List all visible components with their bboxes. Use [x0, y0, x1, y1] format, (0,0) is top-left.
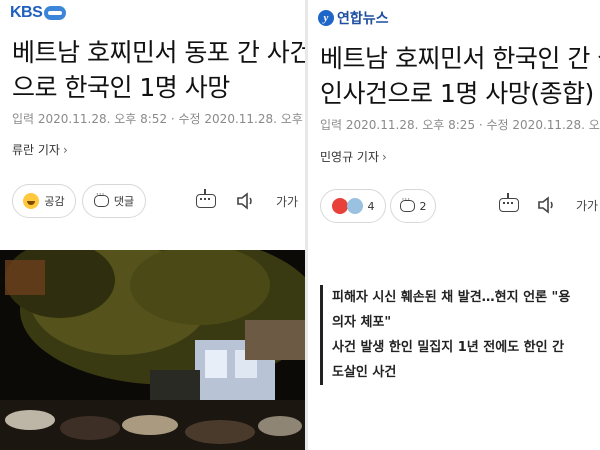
yonhap-article-pane: y 연합뉴스 베트남 호찌민서 한국인 간 살 인사건으로 1명 사망(종합) …: [308, 0, 600, 450]
reporter-name: 류란 기자: [12, 143, 60, 157]
yonhap-logo-text: 연합뉴스: [337, 11, 389, 27]
headline-line-2: 으로 한국인 1명 사망: [12, 73, 230, 102]
comment-label: 댓글: [113, 195, 135, 208]
reporter-link[interactable]: 민영규 기자 ›: [320, 148, 387, 165]
summary-bot-button[interactable]: [498, 193, 520, 216]
article-date: 입력 2020.11.28. 오후 8:25 · 수정 2020.11.28. …: [320, 118, 600, 132]
headline-line-1: 베트남 호찌민서 동포 간 사건: [12, 38, 305, 67]
summary-line-4: 도살인 사건: [332, 365, 397, 380]
night-scene-image: [0, 250, 305, 450]
kbs-logo-mark-icon: [44, 6, 67, 20]
summary-line-1: 피해자 시신 훼손된 채 발견…현지 언론 "용: [332, 290, 571, 305]
article-photo: [0, 250, 305, 450]
angry-emoji-icon: [331, 198, 348, 214]
chevron-right-icon: ›: [62, 143, 68, 157]
comment-button[interactable]: 2: [390, 189, 436, 223]
comment-bubble-icon: [399, 195, 415, 212]
comment-bubble-icon: [93, 190, 109, 207]
font-size-button[interactable]: 가가: [273, 190, 301, 212]
kbs-article-pane: KBS 베트남 호찌민서 동포 간 사건 으로 한국인 1명 사망 입력 202…: [0, 0, 305, 450]
summary-line-2: 의자 체포": [332, 315, 392, 330]
headline-line-2: 인사건으로 1명 사망(종합): [320, 79, 594, 108]
speaker-icon: [538, 196, 553, 214]
listen-button[interactable]: [536, 194, 558, 216]
robot-icon: [499, 193, 519, 212]
article-headline: 베트남 호찌민서 동포 간 사건 으로 한국인 1명 사망: [12, 35, 305, 105]
article-summary: 피해자 시신 훼손된 채 발견…현지 언론 "용 의자 체포" 사건 발생 한인…: [320, 285, 600, 385]
comment-count: 2: [419, 199, 427, 213]
kbs-logo-text: KBS: [10, 4, 43, 21]
reporter-link[interactable]: 류란 기자 ›: [12, 141, 68, 158]
font-size-icon: 가가: [575, 198, 599, 213]
summary-bot-button[interactable]: [195, 189, 217, 212]
font-size-icon: 가가: [275, 194, 299, 209]
comment-button[interactable]: 댓글: [82, 184, 146, 218]
summary-line-3: 사건 발생 한인 밀집지 1년 전에도 한인 간: [332, 340, 565, 355]
reaction-button[interactable]: 4: [320, 189, 386, 223]
chevron-right-icon: ›: [382, 150, 387, 164]
headline-line-1: 베트남 호찌민서 한국인 간 살: [320, 44, 600, 73]
article-date: 입력 2020.11.28. 오후 8:52 · 수정 2020.11.28. …: [12, 112, 305, 126]
sad-emoji-icon: [346, 198, 363, 214]
yonhap-logo[interactable]: y 연합뉴스: [318, 8, 389, 28]
font-size-button[interactable]: 가가: [573, 194, 600, 216]
article-headline: 베트남 호찌민서 한국인 간 살 인사건으로 1명 사망(종합): [320, 41, 600, 111]
robot-icon: [196, 189, 216, 208]
reaction-count: 4: [367, 199, 375, 213]
reaction-label: 공감: [44, 195, 65, 208]
reporter-name: 민영규 기자: [320, 150, 380, 164]
yonhap-logo-mark-icon: y: [318, 10, 334, 26]
listen-button[interactable]: [235, 190, 257, 212]
speaker-icon: [237, 192, 252, 210]
reaction-button[interactable]: 공감: [12, 184, 76, 218]
kbs-logo[interactable]: KBS: [10, 4, 67, 22]
smile-emoji-icon: [23, 193, 40, 209]
